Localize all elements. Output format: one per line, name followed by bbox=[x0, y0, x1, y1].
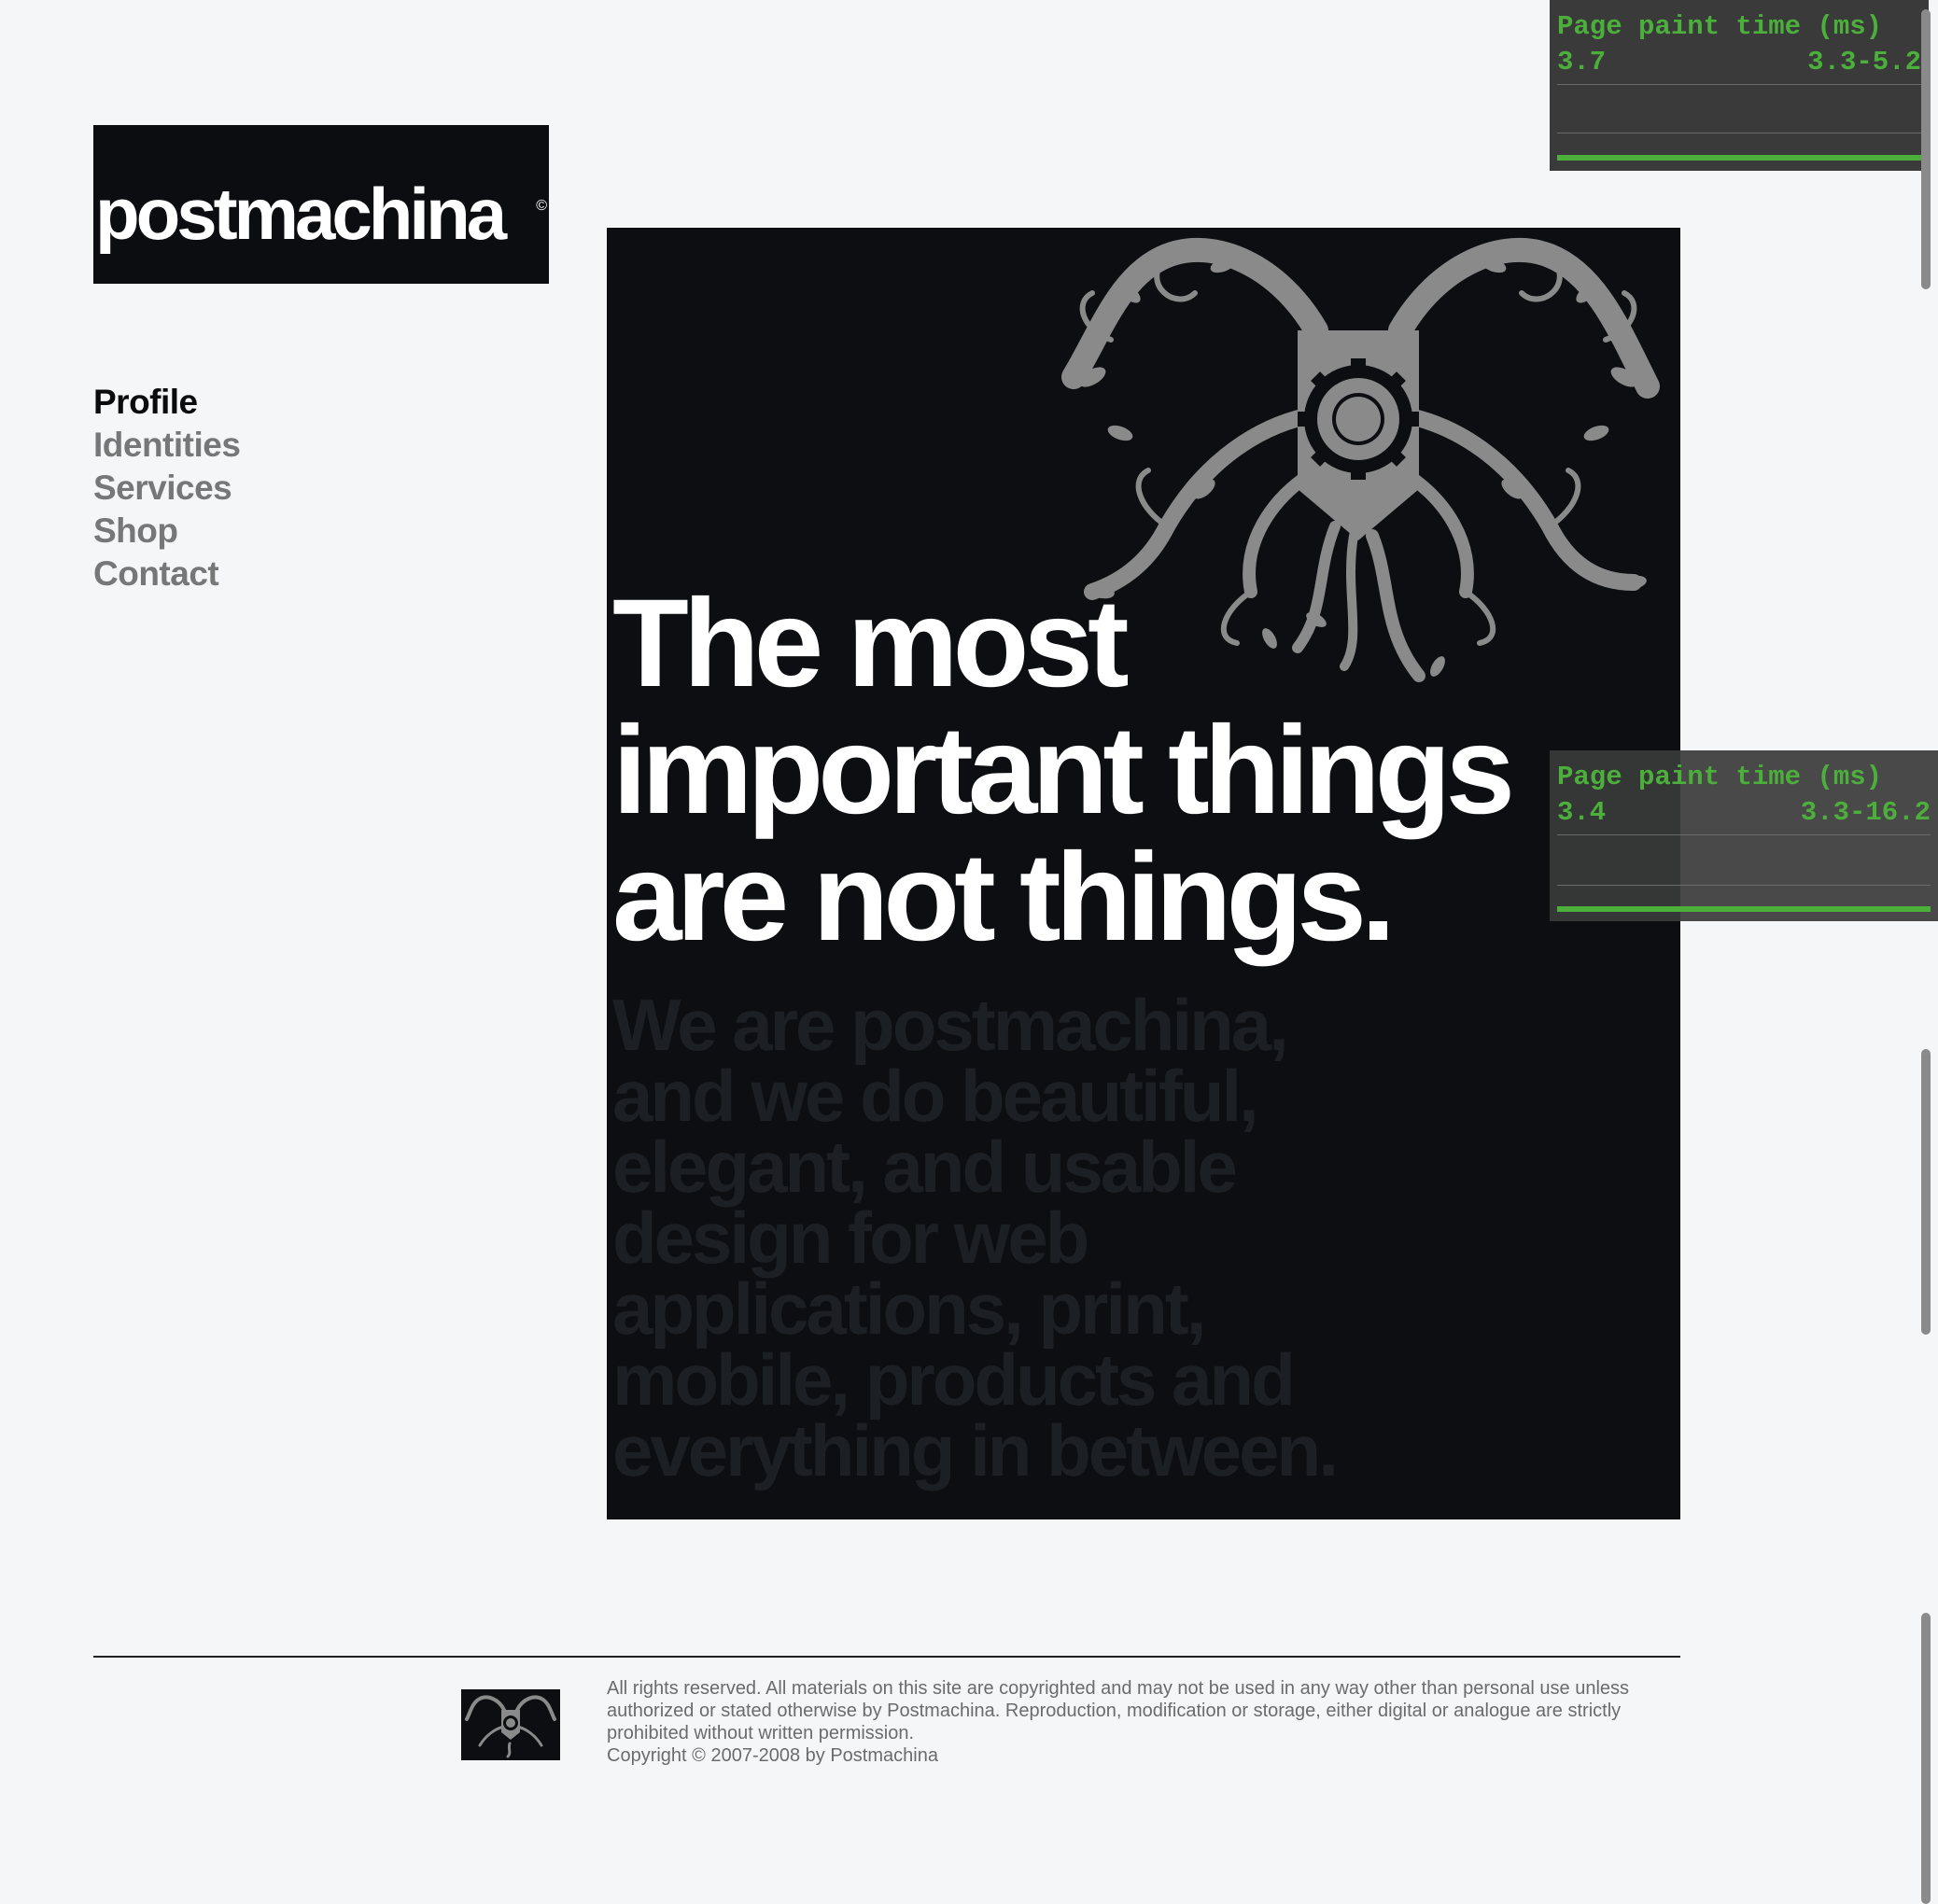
hero-subcopy: We are postmachina, and we do beautiful,… bbox=[612, 984, 1339, 1491]
perf-range: 3.3-5.2 bbox=[1807, 47, 1921, 77]
footer-logo bbox=[461, 1689, 560, 1760]
hero-poster: The most important things are not things… bbox=[607, 228, 1680, 1519]
headline-line: important things bbox=[612, 701, 1515, 840]
hero-headline: The most important things are not things… bbox=[612, 574, 1515, 967]
subcopy-line: everything in between. bbox=[612, 1409, 1339, 1491]
perf-title: Page paint time (ms) bbox=[1557, 11, 1883, 42]
machina-emblem-icon bbox=[465, 1695, 556, 1758]
subcopy-line: design for web bbox=[612, 1197, 1089, 1279]
postmachina-logo[interactable]: postmachina © bbox=[93, 125, 549, 284]
copyright-mark: © bbox=[536, 198, 547, 214]
scrollbar-thumb[interactable] bbox=[1921, 1049, 1931, 1335]
page: postmachina © Profile Identities Service… bbox=[0, 0, 1938, 1904]
subcopy-line: and we do beautiful, bbox=[612, 1055, 1259, 1137]
nav-item-identities[interactable]: Identities bbox=[93, 424, 241, 467]
subcopy-line: applications, print, bbox=[612, 1267, 1206, 1350]
nav-item-shop[interactable]: Shop bbox=[93, 510, 240, 553]
perf-range: 3.3-16.2 bbox=[1800, 797, 1931, 828]
subcopy-line: mobile, products and bbox=[612, 1338, 1296, 1421]
subcopy-line: elegant, and usable bbox=[612, 1126, 1238, 1208]
copyright-text: Copyright © 2007-2008 by Postmachina bbox=[607, 1745, 938, 1766]
paint-time-overlay: Page paint time (ms) 3.7 3.3-5.2 bbox=[1550, 0, 1929, 171]
perf-divider bbox=[1557, 885, 1931, 886]
footer-divider bbox=[93, 1656, 1680, 1658]
scrollbar-thumb[interactable] bbox=[1921, 1613, 1931, 1904]
perf-value: 3.7 bbox=[1557, 47, 1607, 77]
logo-wordmark: postmachina bbox=[95, 173, 507, 255]
nav-item-services[interactable]: Services bbox=[93, 467, 240, 510]
headline-line: are not things. bbox=[612, 828, 1396, 967]
perf-graph bbox=[1557, 155, 1921, 161]
scrollbar-thumb[interactable] bbox=[1921, 9, 1931, 289]
headline-line: The most bbox=[612, 574, 1130, 713]
nav-item-profile[interactable]: Profile bbox=[93, 381, 240, 424]
perf-value: 3.4 bbox=[1557, 797, 1607, 828]
legal-text: All rights reserved. All materials on th… bbox=[607, 1678, 1630, 1743]
subcopy-line: We are postmachina, bbox=[612, 984, 1289, 1066]
paint-time-overlay: Page paint time (ms) 3.4 3.3-16.2 bbox=[1550, 750, 1938, 921]
nav-item-contact[interactable]: Contact bbox=[93, 553, 240, 595]
perf-divider bbox=[1557, 84, 1921, 85]
perf-graph bbox=[1557, 906, 1931, 912]
perf-divider bbox=[1557, 834, 1931, 835]
footer-legal: All rights reserved. All materials on th… bbox=[607, 1677, 1680, 1767]
main-nav: Profile Identities Services Shop Contact bbox=[93, 381, 241, 595]
perf-title: Page paint time (ms) bbox=[1557, 762, 1883, 792]
